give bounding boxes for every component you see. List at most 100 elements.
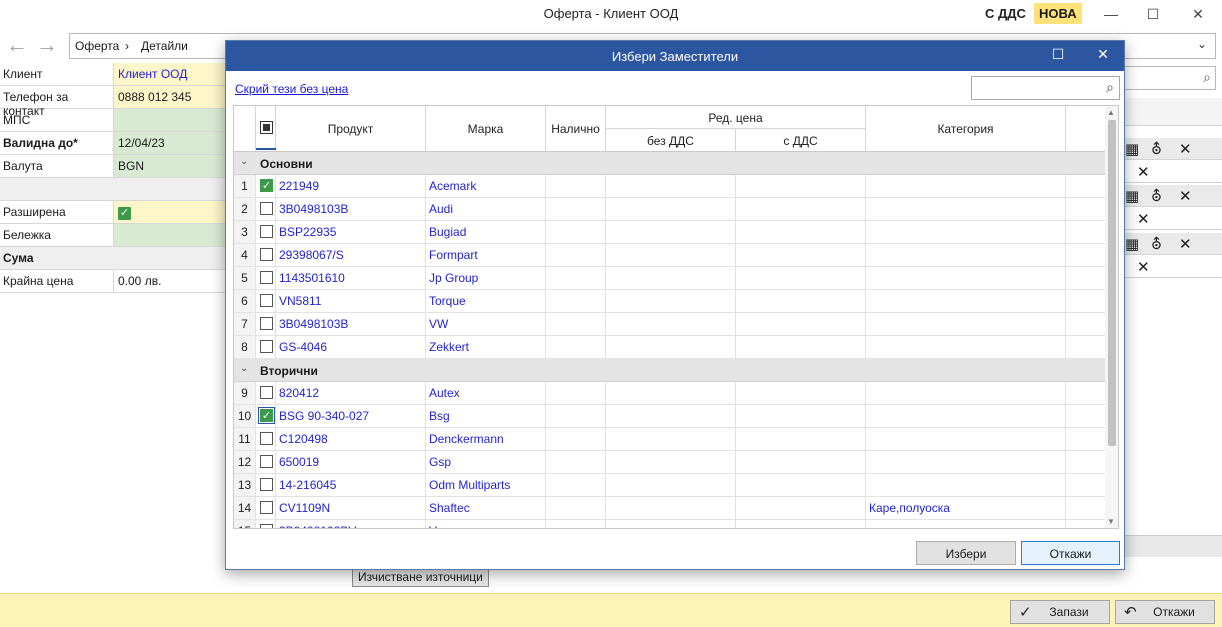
brand-cell[interactable]: Denckermann	[426, 428, 546, 450]
valid-until-value[interactable]: 12/04/23	[114, 132, 226, 154]
hand-icon[interactable]: ⛢	[1151, 140, 1162, 158]
check-icon[interactable]: ✓	[118, 207, 131, 220]
brand-cell[interactable]: Autex	[426, 382, 546, 404]
product-cell[interactable]: BSG 90-340-027	[276, 405, 426, 427]
category-cell[interactable]	[866, 474, 1066, 496]
category-cell[interactable]	[866, 428, 1066, 450]
row-select-cell[interactable]	[256, 244, 276, 266]
header-price-vat[interactable]: с ДДС	[736, 129, 866, 152]
product-cell[interactable]: 3B0498103BV	[276, 520, 426, 528]
table-row[interactable]: 11 C120498 Denckermann	[234, 428, 1105, 451]
breadcrumb-item-details[interactable]: Детайли	[141, 39, 188, 53]
category-cell[interactable]	[866, 520, 1066, 528]
row-checkbox[interactable]	[260, 248, 273, 261]
vehicle-value[interactable]	[114, 109, 226, 131]
category-cell[interactable]	[866, 198, 1066, 220]
category-cell[interactable]	[866, 405, 1066, 427]
brand-cell[interactable]: Bugiad	[426, 221, 546, 243]
maximize-icon[interactable]: ☐	[1138, 3, 1168, 25]
header-product[interactable]: Продукт	[276, 106, 426, 152]
row-select-cell[interactable]	[256, 267, 276, 289]
header-category[interactable]: Категория	[866, 106, 1066, 152]
brand-cell[interactable]: Acemark	[426, 175, 546, 197]
currency-value[interactable]: BGN	[114, 155, 226, 177]
header-price-net[interactable]: без ДДС	[606, 129, 736, 152]
category-cell[interactable]: Каре,полуоска	[866, 497, 1066, 519]
category-cell[interactable]	[866, 221, 1066, 243]
brand-cell[interactable]: V...	[426, 520, 546, 528]
hide-without-price-link[interactable]: Скрий тези без цена	[235, 82, 348, 96]
row-select-cell[interactable]	[256, 221, 276, 243]
row-checkbox[interactable]	[260, 317, 273, 330]
breadcrumb-item-offer[interactable]: Оферта	[75, 39, 119, 53]
row-checkbox[interactable]	[260, 202, 273, 215]
brand-cell[interactable]: VW	[426, 313, 546, 335]
back-arrow-icon[interactable]: ←	[6, 34, 28, 56]
scroll-thumb[interactable]	[1108, 120, 1116, 446]
product-cell[interactable]: 29398067/S	[276, 244, 426, 266]
product-cell[interactable]: 3B0498103B	[276, 198, 426, 220]
product-cell[interactable]: CV1109N	[276, 497, 426, 519]
table-row[interactable]: 9 820412 Autex	[234, 382, 1105, 405]
row-select-cell[interactable]	[256, 474, 276, 496]
row-select-cell[interactable]	[256, 497, 276, 519]
product-cell[interactable]: 650019	[276, 451, 426, 473]
extended-value[interactable]: ✓	[114, 201, 226, 223]
row-select-cell[interactable]	[256, 313, 276, 335]
row-checkbox[interactable]: ✓	[258, 407, 275, 424]
table-row[interactable]: 3 BSP22935 Bugiad	[234, 221, 1105, 244]
product-cell[interactable]: 3B0498103B	[276, 313, 426, 335]
category-cell[interactable]	[866, 175, 1066, 197]
grid-icon[interactable]: ▦	[1125, 235, 1139, 253]
row-select-cell[interactable]	[256, 428, 276, 450]
brand-cell[interactable]: Jp Group	[426, 267, 546, 289]
table-row[interactable]: 14 CV1109N Shaftec Каре,полуоска	[234, 497, 1105, 520]
category-cell[interactable]	[866, 336, 1066, 358]
brand-cell[interactable]: Formpart	[426, 244, 546, 266]
brand-cell[interactable]: Odm Multiparts	[426, 474, 546, 496]
table-row[interactable]: 1 ✓ 221949 Acemark	[234, 175, 1105, 198]
brand-cell[interactable]: Zekkert	[426, 336, 546, 358]
brand-cell[interactable]: Torque	[426, 290, 546, 312]
product-cell[interactable]: GS-4046	[276, 336, 426, 358]
delete-icon[interactable]: ✕	[1179, 140, 1192, 158]
product-cell[interactable]: BSP22935	[276, 221, 426, 243]
vertical-scrollbar[interactable]: ▲ ▼	[1105, 106, 1118, 528]
brand-cell[interactable]: Shaftec	[426, 497, 546, 519]
group-header[interactable]: ⌄ Основни	[234, 152, 1105, 175]
group-header[interactable]: ⌄ Вторични	[234, 359, 1105, 382]
product-cell[interactable]: C120498	[276, 428, 426, 450]
collapse-chevron-icon[interactable]: ⌄	[240, 156, 248, 167]
save-button[interactable]: ✓ Запази	[1010, 600, 1110, 624]
hand-icon[interactable]: ⛢	[1151, 235, 1162, 253]
delete-icon[interactable]: ✕	[1137, 163, 1150, 181]
category-cell[interactable]	[866, 244, 1066, 266]
header-stock[interactable]: Налично	[546, 106, 606, 152]
select-button[interactable]: Избери	[916, 541, 1016, 565]
grid-icon[interactable]: ▦	[1125, 187, 1139, 205]
delete-icon[interactable]: ✕	[1137, 210, 1150, 228]
close-icon[interactable]: ✕	[1183, 3, 1213, 25]
table-row[interactable]: 12 650019 Gsp	[234, 451, 1105, 474]
product-cell[interactable]: 1143501610	[276, 267, 426, 289]
category-cell[interactable]	[866, 313, 1066, 335]
table-row[interactable]: 2 3B0498103B Audi	[234, 198, 1105, 221]
brand-cell[interactable]: Audi	[426, 198, 546, 220]
brand-cell[interactable]: Bsg	[426, 405, 546, 427]
row-checkbox[interactable]	[260, 294, 273, 307]
table-row[interactable]: 8 GS-4046 Zekkert	[234, 336, 1105, 359]
delete-icon[interactable]: ✕	[1179, 187, 1192, 205]
row-select-cell[interactable]: ✓	[256, 175, 276, 197]
row-select-cell[interactable]	[256, 382, 276, 404]
close-icon[interactable]: ✕	[1088, 46, 1118, 63]
cancel-button[interactable]: ↶ Откажи	[1115, 600, 1215, 624]
row-checkbox[interactable]	[260, 225, 273, 238]
grid-icon[interactable]: ▦	[1125, 140, 1139, 158]
brand-cell[interactable]: Gsp	[426, 451, 546, 473]
row-select-cell[interactable]	[256, 520, 276, 528]
row-select-cell[interactable]	[256, 451, 276, 473]
row-select-cell[interactable]	[256, 290, 276, 312]
scroll-up-icon[interactable]: ▲	[1107, 108, 1115, 117]
hand-icon[interactable]: ⛢	[1151, 187, 1162, 205]
dialog-cancel-button[interactable]: Откажи	[1021, 541, 1120, 565]
